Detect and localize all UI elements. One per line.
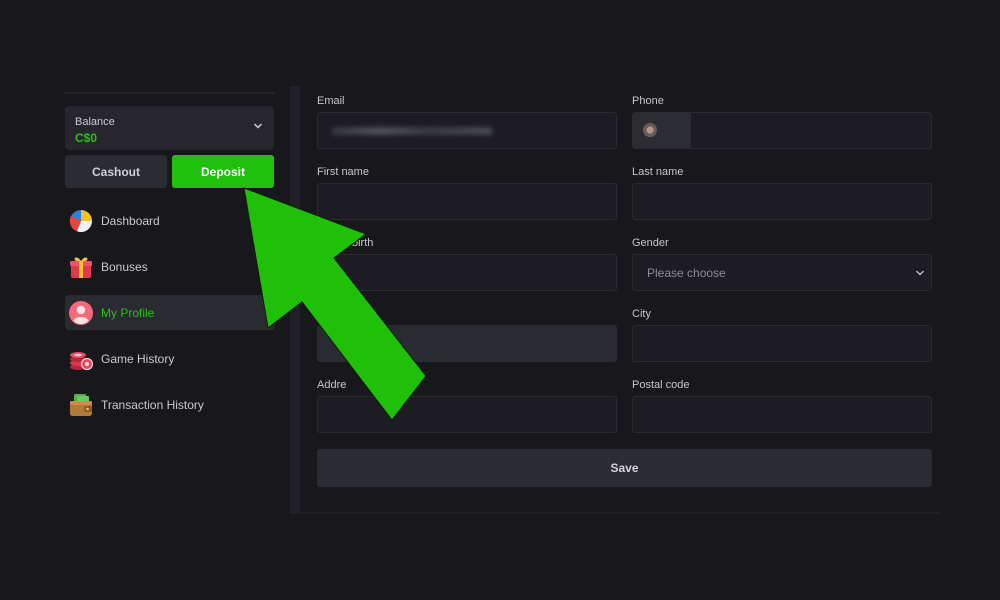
phone-country-selector[interactable] [633,113,691,148]
city-label: City [632,308,651,320]
chevron-down-icon[interactable] [252,120,264,132]
sidebar-item-label: Game History [101,351,175,366]
postal-code-field[interactable] [632,396,932,433]
phone-field[interactable] [632,112,932,149]
gender-select[interactable]: Please choose [632,254,932,291]
content-bottom-divider [300,512,940,514]
sidebar-item-label: Bonuses [101,259,148,274]
sidebar-item-label: Transaction History [101,397,204,412]
email-value-blurred [332,127,492,135]
city-input[interactable] [633,326,931,361]
balance-value: C$0 [75,131,98,145]
balance-label: Balance [75,116,115,128]
green-arrow-annotation [243,187,427,421]
first-name-label: First name [317,166,369,178]
postal-code-input[interactable] [633,397,931,432]
gender-label: Gender [632,237,669,249]
gift-icon [70,257,92,278]
email-label: Email [317,95,345,107]
postal-code-label: Postal code [632,379,690,391]
last-name-label: Last name [632,166,684,178]
pie-chart-icon [69,209,93,232]
casino-chips-icon [70,351,94,370]
country-flag-icon [643,123,657,137]
city-field[interactable] [632,325,932,362]
last-name-field[interactable] [632,183,932,220]
save-button[interactable]: Save [317,449,932,487]
wallet-icon [70,393,92,416]
balance-dropdown[interactable]: Balance C$0 [65,106,274,150]
last-name-input[interactable] [633,184,931,219]
gender-select-value: Please choose [647,266,726,280]
sidebar-item-label: Dashboard [101,213,160,228]
sidebar-item-label: My Profile [101,305,155,320]
cashout-button[interactable]: Cashout [65,155,167,188]
phone-label: Phone [632,95,664,107]
email-field[interactable] [317,112,617,149]
user-avatar-icon [69,300,93,325]
sidebar-top-divider [64,92,275,94]
chevron-down-icon [916,270,924,276]
